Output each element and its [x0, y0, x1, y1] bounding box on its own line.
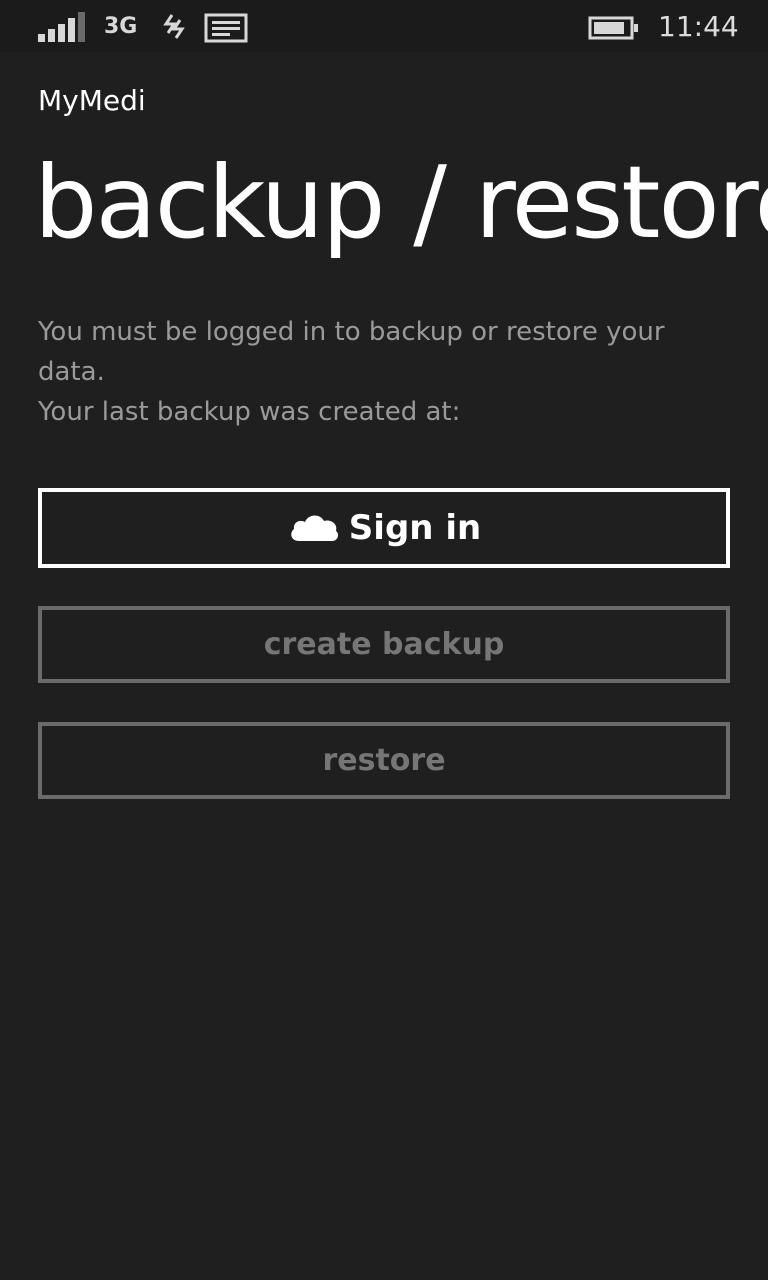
last-backup-message: Your last backup was created at: [38, 397, 461, 427]
app-name: MyMedi [38, 84, 146, 117]
create-backup-button[interactable]: create backup [38, 606, 730, 683]
page-title: backup / restore [34, 144, 768, 261]
sign-in-label: Sign in [348, 508, 482, 548]
restore-button[interactable]: restore [38, 722, 730, 799]
info-text: You must be logged in to backup or resto… [38, 312, 708, 432]
status-bar: 3G 11:44 [0, 0, 768, 52]
sign-in-button[interactable]: Sign in [38, 488, 730, 568]
battery-icon [588, 16, 638, 40]
login-required-message: You must be logged in to backup or resto… [38, 317, 665, 387]
message-icon [204, 13, 248, 43]
data-transfer-icon [163, 14, 185, 39]
create-backup-label: create backup [263, 627, 505, 662]
clock: 11:44 [658, 10, 739, 43]
restore-label: restore [322, 743, 446, 778]
cloud-icon [291, 515, 338, 541]
signal-strength-icon [38, 12, 85, 42]
network-type-label: 3G [104, 14, 138, 39]
